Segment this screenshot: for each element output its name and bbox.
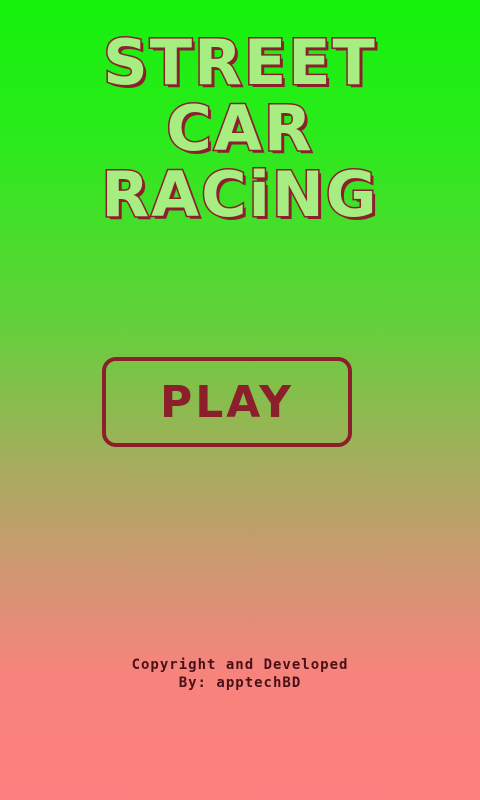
- title-line-car: CAR: [165, 92, 314, 165]
- title-line-racing: RACiNG: [100, 158, 379, 231]
- play-button-label: PLAY: [160, 376, 294, 428]
- title-line-street: STREET: [102, 26, 377, 99]
- game-title: STREET CAR RACiNG: [0, 26, 480, 231]
- credits: Copyright and Developed By: apptechBD: [0, 656, 480, 692]
- credit-line-copyright: Copyright and Developed: [131, 657, 349, 673]
- play-button[interactable]: PLAY: [102, 357, 352, 447]
- credit-line-developer: By: apptechBD: [178, 675, 302, 691]
